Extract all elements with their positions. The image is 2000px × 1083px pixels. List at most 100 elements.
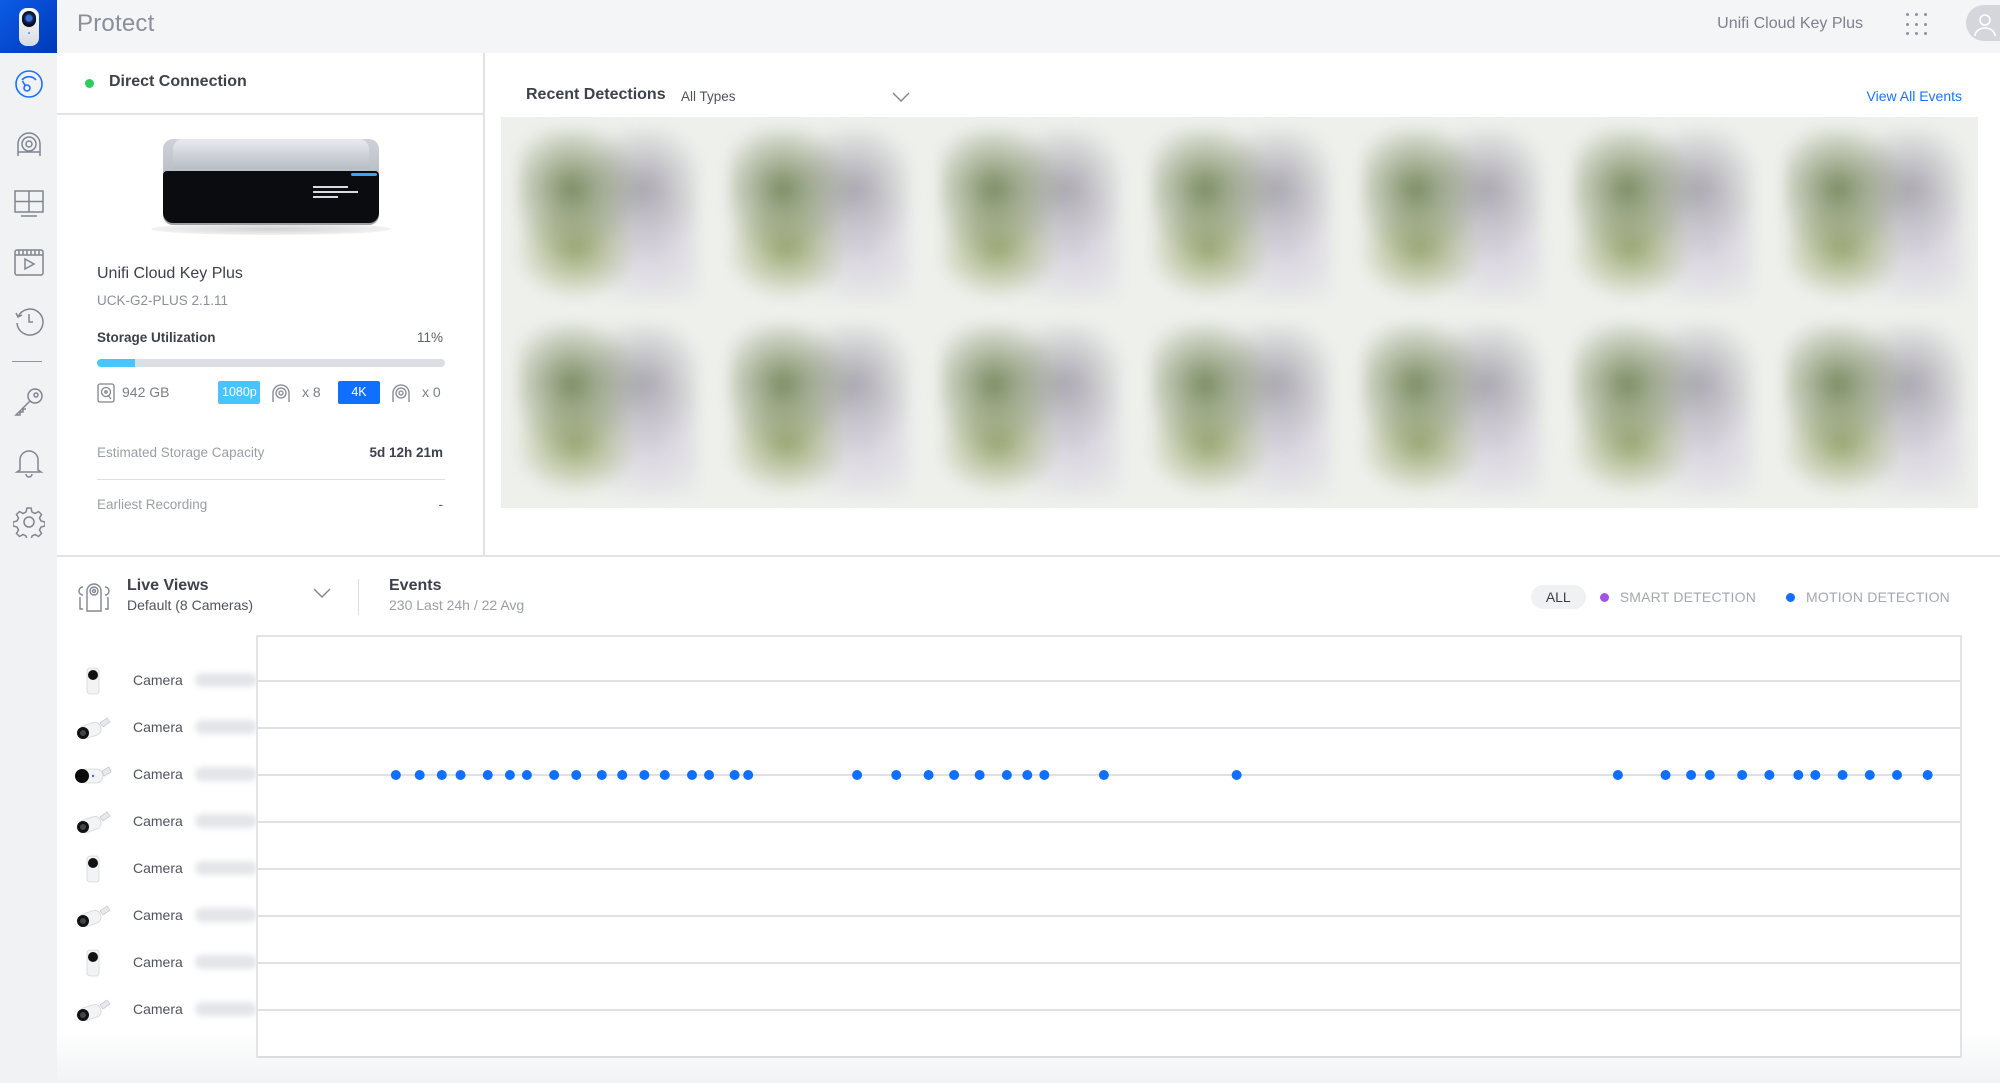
thumbnail-image [728, 128, 911, 301]
camera-row[interactable]: Camera [73, 755, 258, 795]
motion-event-dot[interactable] [852, 770, 863, 780]
motion-event-dot[interactable] [504, 770, 515, 780]
filter-smart-detection[interactable]: SMART DETECTION [1599, 589, 1756, 605]
camera-name-redacted [195, 861, 257, 875]
motion-event-dot[interactable] [1922, 770, 1933, 780]
detection-thumbnail[interactable] [1767, 313, 1978, 509]
camera-row[interactable]: Camera [73, 661, 258, 701]
detection-thumbnail[interactable] [712, 117, 923, 313]
detection-thumbnail[interactable] [501, 313, 712, 509]
motion-event-dot[interactable] [974, 770, 985, 780]
dome-camera-icon [73, 949, 113, 977]
camera-label: Camera [133, 813, 183, 829]
earliest-recording-value: - [438, 497, 444, 512]
motion-event-dot[interactable] [482, 770, 493, 780]
connection-status: Direct Connection [57, 53, 485, 115]
motion-event-dot[interactable] [1810, 770, 1821, 780]
camera-row[interactable]: Camera [73, 943, 258, 983]
sidebar-item-users[interactable] [0, 380, 57, 424]
motion-event-dot[interactable] [1737, 770, 1748, 780]
detection-thumbnail[interactable] [1134, 117, 1345, 313]
thumbnail-image [1783, 324, 1966, 497]
motion-event-dot[interactable] [1039, 770, 1050, 780]
sidebar-item-timelapse[interactable] [0, 299, 57, 343]
motion-event-dot[interactable] [949, 770, 960, 780]
motion-event-dot[interactable] [729, 770, 740, 780]
detection-thumbnail[interactable] [1345, 117, 1556, 313]
sidebar-item-devices[interactable] [0, 122, 57, 166]
sidebar-item-alerts[interactable] [0, 440, 57, 484]
detection-thumbnail[interactable] [1134, 313, 1345, 509]
motion-event-dot[interactable] [521, 770, 532, 780]
filter-motion-detection[interactable]: MOTION DETECTION [1786, 589, 1950, 605]
motion-event-dot[interactable] [436, 770, 447, 780]
motion-event-dot[interactable] [1022, 770, 1033, 780]
motion-event-dot[interactable] [390, 770, 401, 780]
motion-event-dot[interactable] [617, 770, 628, 780]
motion-event-dot[interactable] [891, 770, 902, 780]
app-logo[interactable] [0, 0, 57, 53]
filter-all-button[interactable]: ALL [1530, 585, 1586, 609]
camera-name-redacted [195, 908, 257, 922]
motion-event-dot[interactable] [1660, 770, 1671, 780]
detection-thumbnail[interactable] [712, 313, 923, 509]
detection-thumbnail[interactable] [923, 117, 1134, 313]
thumbnail-image [517, 128, 700, 301]
motion-event-dot[interactable] [596, 770, 607, 780]
motion-event-dot[interactable] [923, 770, 934, 780]
timeline-svg [257, 680, 1961, 1058]
motion-event-dot[interactable] [1001, 770, 1012, 780]
grid-icon [13, 190, 44, 217]
camera-row[interactable]: Camera [73, 802, 258, 842]
detection-thumbnail[interactable] [923, 313, 1134, 509]
view-all-events-link[interactable]: View All Events [1867, 88, 1962, 104]
history-icon [14, 308, 44, 336]
motion-event-dot[interactable] [549, 770, 560, 780]
camera-row[interactable]: Camera [73, 849, 258, 889]
motion-event-dot[interactable] [1098, 770, 1109, 780]
motion-event-dot[interactable] [704, 770, 715, 780]
user-avatar[interactable] [1966, 5, 2000, 41]
motion-event-dot[interactable] [571, 770, 582, 780]
motion-event-dot[interactable] [1793, 770, 1804, 780]
detection-thumbnail[interactable] [1345, 313, 1556, 509]
detection-thumbnail[interactable] [1556, 117, 1767, 313]
motion-event-dot[interactable] [687, 770, 698, 780]
detection-type-dropdown[interactable]: All Types [681, 89, 911, 111]
motion-event-dot[interactable] [639, 770, 650, 780]
sidebar-item-liveview[interactable] [0, 181, 57, 225]
events-timeline-chart[interactable] [256, 635, 1962, 1058]
apps-grid-icon[interactable] [1906, 13, 1930, 37]
app: Protect Unifi Cloud Key Plus Direct Conn… [0, 0, 2000, 1083]
detection-thumbnail[interactable] [1556, 313, 1767, 509]
motion-event-dot[interactable] [1231, 770, 1242, 780]
detection-thumbnail[interactable] [1767, 117, 1978, 313]
storage-stats: 942 GB 1080p x 8 4K x 0 [97, 379, 445, 407]
detection-thumbnail[interactable] [501, 117, 712, 313]
console-name[interactable]: Unifi Cloud Key Plus [1717, 15, 1863, 33]
motion-event-dot[interactable] [1864, 770, 1875, 780]
earliest-recording-label: Earliest Recording [97, 497, 208, 512]
motion-event-dot[interactable] [455, 770, 466, 780]
motion-event-dot[interactable] [1764, 770, 1775, 780]
sidebar-item-settings[interactable] [0, 500, 57, 544]
sidebar-item-dashboard[interactable] [0, 62, 57, 106]
motion-event-dot[interactable] [414, 770, 425, 780]
motion-event-dot[interactable] [1837, 770, 1848, 780]
storage-utilization-fill [97, 359, 136, 367]
motion-event-dot[interactable] [1704, 770, 1715, 780]
bullet-camera-icon [73, 996, 113, 1024]
motion-event-dot[interactable] [1686, 770, 1697, 780]
motion-event-dot[interactable] [1892, 770, 1903, 780]
camera-icon [392, 384, 410, 402]
camera-row[interactable]: Camera [73, 896, 258, 936]
motion-event-dot[interactable] [659, 770, 670, 780]
storage-utilization-label: Storage Utilization [97, 330, 216, 345]
motion-event-dot[interactable] [743, 770, 754, 780]
camera-label: Camera [133, 766, 183, 782]
motion-event-dot[interactable] [1612, 770, 1623, 780]
camera-row[interactable]: Camera [73, 990, 258, 1030]
camera-row[interactable]: Camera [73, 708, 258, 748]
sidebar-item-recordings[interactable] [0, 240, 57, 284]
live-views-dropdown[interactable]: Live Views Default (8 Cameras) [77, 577, 332, 617]
